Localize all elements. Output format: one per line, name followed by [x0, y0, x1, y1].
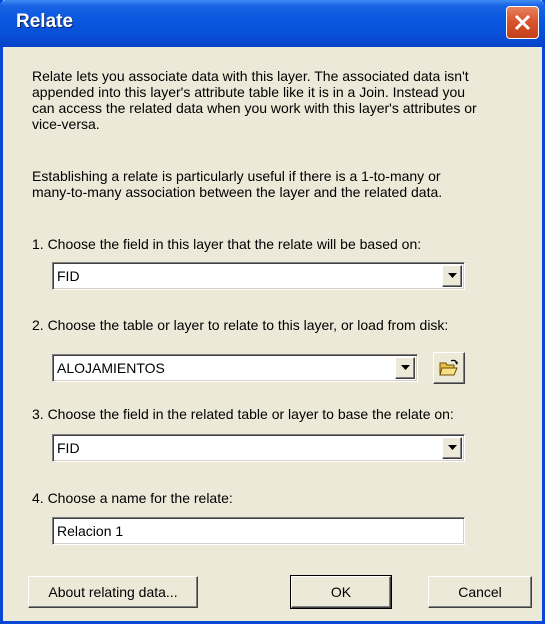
related-table-value: ALOJAMIENTOS [57, 360, 165, 376]
dialog-title: Relate [16, 11, 74, 32]
relate-dialog: Relate Relate lets you associate data wi… [0, 0, 545, 624]
step1-label: 1. Choose the field in this layer that t… [32, 236, 422, 252]
step4-label: 4. Choose a name for the relate: [32, 490, 233, 506]
about-relating-data-button[interactable]: About relating data... [28, 576, 198, 608]
intro-paragraph: Relate lets you associate data with this… [32, 68, 477, 132]
related-table-select[interactable]: ALOJAMIENTOS [52, 354, 418, 382]
cancel-button[interactable]: Cancel [428, 576, 532, 608]
chevron-down-icon [401, 365, 410, 370]
ok-button[interactable]: OK [290, 575, 392, 609]
open-folder-icon [439, 359, 458, 376]
title-bar[interactable]: Relate [0, 0, 545, 47]
layer-field-select[interactable]: FID [52, 262, 465, 290]
layer-field-dropdown-button[interactable] [442, 265, 462, 287]
close-icon [514, 14, 531, 31]
chevron-down-icon [448, 445, 457, 450]
step2-label: 2. Choose the table or layer to relate t… [32, 317, 449, 333]
related-table-dropdown-button[interactable] [395, 357, 415, 379]
related-field-value: FID [57, 440, 80, 456]
related-field-dropdown-button[interactable] [442, 437, 462, 459]
layer-field-value: FID [57, 268, 80, 284]
step3-label: 3. Choose the field in the related table… [32, 406, 454, 422]
related-field-select[interactable]: FID [52, 434, 465, 462]
relate-name-value: Relacion 1 [57, 523, 124, 539]
load-from-disk-button[interactable] [433, 352, 465, 384]
usage-paragraph: Establishing a relate is particularly us… [32, 168, 443, 200]
chevron-down-icon [448, 273, 457, 278]
relate-name-input[interactable]: Relacion 1 [52, 517, 465, 545]
close-button[interactable] [506, 6, 539, 39]
